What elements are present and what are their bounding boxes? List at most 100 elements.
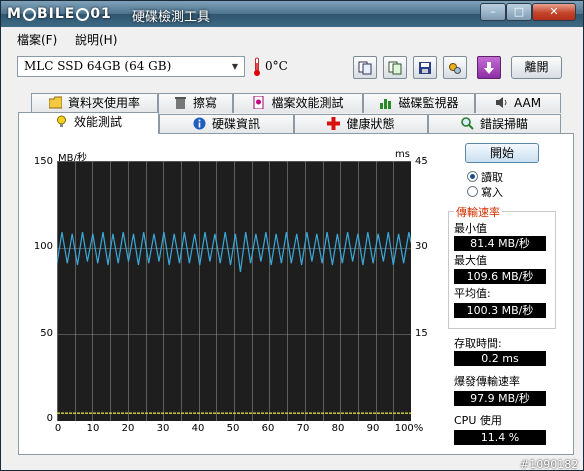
minimize-button[interactable]: – (480, 3, 506, 21)
burst-rate-value: 97.9 MB/秒 (454, 391, 546, 406)
file-benchmark-icon (253, 96, 264, 109)
x-tick: 40 (191, 423, 205, 434)
tab-folder-usage[interactable]: 資料夾使用率 (31, 93, 158, 113)
menu-bar: 檔案(F) 說明(H) (1, 27, 583, 49)
menu-file[interactable]: 檔案(F) (17, 31, 57, 48)
chart-background (57, 161, 411, 421)
cpu-usage-value: 11.4 % (454, 430, 546, 445)
save-icon (419, 61, 431, 74)
tab-disk-info[interactable]: 硬碟資訊 (159, 114, 294, 134)
folder-icon (48, 96, 62, 109)
copy-button[interactable] (353, 56, 377, 79)
maximize-button[interactable]: □ (506, 3, 532, 21)
max-label: 最大值 (454, 254, 487, 267)
tab-health[interactable]: 健康狀態 (294, 114, 428, 134)
chevron-down-icon[interactable]: ▼ (228, 59, 242, 74)
cpu-usage-label: CPU 使用 (454, 414, 502, 427)
tab-disk-info-label: 硬碟資訊 (211, 117, 260, 131)
y-left-tick: 150 (33, 156, 53, 167)
min-label: 最小值 (454, 222, 487, 235)
window-title: 硬碟檢測工具 (132, 10, 211, 25)
start-button[interactable]: 開始 (465, 143, 539, 163)
x-tick: 50 (226, 423, 240, 434)
x-tick: 30 (156, 423, 170, 434)
burst-rate-label: 爆發傳輸速率 (454, 375, 520, 388)
tab-erase-label: 擦寫 (192, 96, 217, 110)
y-left-tick: 50 (40, 328, 53, 339)
device-select[interactable]: MLC SSD 64GB (64 GB) ▼ (17, 56, 245, 77)
save-button[interactable] (413, 56, 437, 79)
download-button[interactable] (477, 56, 501, 79)
tab-benchmark[interactable]: 效能測試 (18, 112, 159, 134)
tab-health-label: 健康狀態 (346, 117, 395, 131)
logo-o-icon (22, 7, 36, 21)
app-window: M BILE 01 硬碟檢測工具 – □ ✕ 檔案(F) 說明(H) MLC S… (0, 0, 584, 471)
tab-disk-monitor-label: 磁碟監視器 (398, 96, 459, 110)
x-tick: 0 (54, 423, 62, 434)
mobile01-logo: M BILE 01 (7, 4, 112, 24)
tab-error-scan[interactable]: 錯誤掃瞄 (428, 114, 561, 134)
close-button[interactable]: ✕ (532, 3, 576, 21)
x-tick: 90 (366, 423, 380, 434)
unit-right-label: ms (395, 149, 410, 160)
tab-file-benchmark[interactable]: 檔案效能測試 (233, 93, 363, 113)
tab-erase[interactable]: 擦寫 (158, 93, 233, 113)
tab-disk-monitor[interactable]: 磁碟監視器 (363, 93, 475, 113)
info-icon (193, 117, 206, 130)
title-bar[interactable]: M BILE 01 硬碟檢測工具 – □ ✕ (1, 1, 583, 27)
tab-folder-usage-label: 資料夾使用率 (67, 96, 140, 110)
thermometer-icon (254, 57, 260, 76)
device-select-value: MLC SSD 64GB (64 GB) (24, 59, 172, 73)
min-value: 81.4 MB/秒 (454, 236, 546, 251)
max-value: 109.6 MB/秒 (454, 269, 546, 284)
close-icon: ✕ (549, 5, 559, 18)
watermark: #1090182 (520, 458, 579, 471)
maximize-icon: □ (513, 5, 525, 18)
x-tick: 70 (296, 423, 310, 434)
tab-benchmark-label: 效能測試 (73, 115, 122, 129)
temperature-readout: 0°C (265, 59, 288, 73)
tab-aam-label: AAM (513, 96, 542, 110)
tab-file-benchmark-label: 檔案效能測試 (271, 96, 344, 110)
speaker-icon (495, 97, 507, 108)
x-tick: 10 (86, 423, 100, 434)
toolbar: MLC SSD 64GB (64 GB) ▼ 0°C 離開 (1, 49, 583, 89)
transfer-rate-chart (57, 161, 411, 421)
y-right-tick: 15 (415, 328, 428, 339)
arrow-down-icon (484, 61, 494, 74)
copy-all-icon (388, 61, 402, 74)
access-time-label: 存取時間: (454, 337, 502, 350)
write-radio-label[interactable]: 寫入 (481, 184, 503, 200)
minimize-icon: – (490, 5, 496, 18)
y-left-tick: 100 (33, 241, 53, 252)
x-tick: 100% (394, 423, 424, 434)
write-radio[interactable] (467, 186, 478, 197)
health-cross-icon (327, 117, 341, 130)
copy-all-button[interactable] (383, 56, 407, 79)
copy-icon (358, 61, 372, 74)
trash-icon (174, 97, 186, 109)
options-button[interactable] (443, 56, 467, 79)
logo-text-mid: BILE (36, 6, 76, 22)
avg-value: 100.3 MB/秒 (454, 303, 546, 318)
y-right-tick: 45 (415, 156, 428, 167)
tab-aam[interactable]: AAM (475, 93, 561, 113)
read-radio[interactable] (467, 171, 478, 182)
y-right-tick: 30 (415, 241, 428, 252)
magnifier-icon (461, 117, 474, 130)
x-tick: 60 (261, 423, 275, 434)
exit-button[interactable]: 離開 (511, 56, 562, 79)
access-time-value: 0.2 ms (454, 351, 546, 366)
x-tick: 80 (331, 423, 345, 434)
bar-chart-icon (380, 99, 392, 109)
menu-help[interactable]: 說明(H) (75, 31, 117, 48)
avg-label: 平均值: (454, 287, 491, 300)
logo-text-right: 01 (90, 6, 112, 22)
logo-o-icon-2 (76, 7, 90, 21)
logo-text-left: M (7, 6, 22, 22)
options-icon (449, 62, 461, 74)
tab-error-scan-label: 錯誤掃瞄 (479, 117, 528, 131)
transfer-rate-group-title: 傳輸速率 (454, 204, 502, 220)
read-radio-label[interactable]: 讀取 (481, 169, 503, 185)
lightbulb-icon (56, 115, 66, 127)
